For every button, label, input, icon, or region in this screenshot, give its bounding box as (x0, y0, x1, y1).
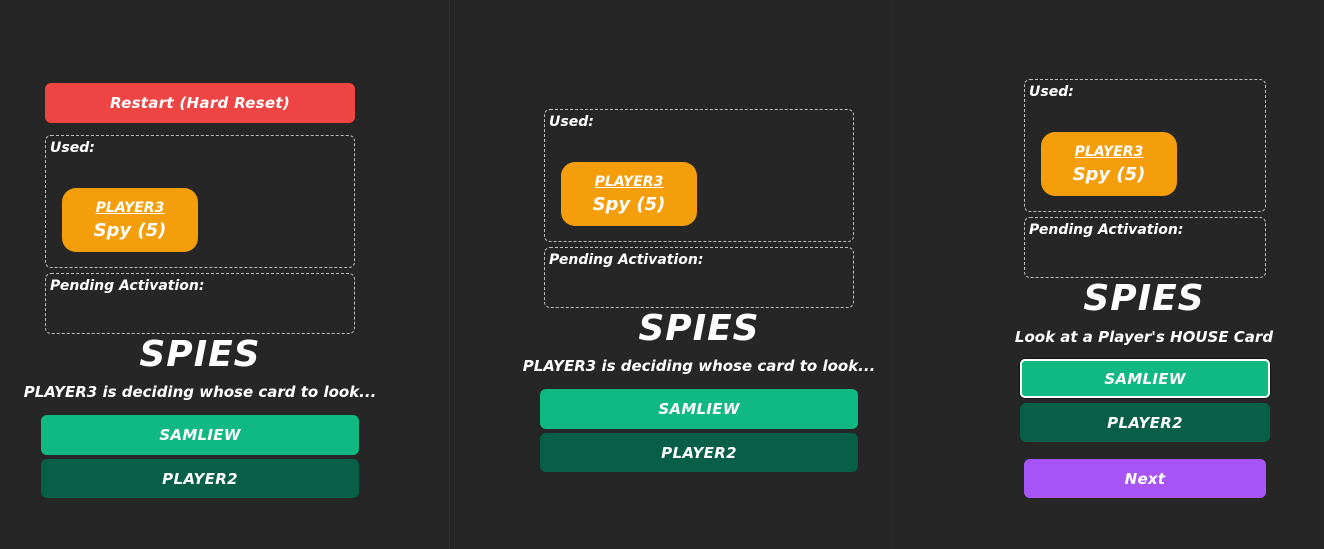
card-player-name: PLAYER3 (1074, 143, 1144, 160)
used-card[interactable]: PLAYER3 Spy (5) (62, 188, 198, 252)
player-button-player2[interactable]: PLAYER2 (1020, 403, 1270, 442)
card-role: Spy (5) (93, 219, 167, 241)
used-card[interactable]: PLAYER3 Spy (5) (1041, 132, 1177, 196)
pending-activation-section: Pending Activation: (45, 273, 355, 334)
used-section: Used: PLAYER3 Spy (5) (544, 109, 854, 242)
pending-activation-section: Pending Activation: (1024, 217, 1266, 278)
card-player-name: PLAYER3 (594, 173, 664, 190)
used-card[interactable]: PLAYER3 Spy (5) (561, 162, 697, 226)
player-button-player2[interactable]: PLAYER2 (540, 433, 858, 472)
player-button-player2[interactable]: PLAYER2 (41, 459, 359, 498)
used-section: Used: PLAYER3 Spy (5) (1024, 79, 1266, 212)
card-role: Spy (5) (1072, 163, 1146, 185)
panel-left: Restart (Hard Reset) Used: PLAYER3 Spy (… (0, 0, 450, 549)
used-label: Used: (549, 114, 594, 130)
player-button-samliew[interactable]: SAMLIEW (41, 415, 359, 455)
used-label: Used: (1029, 84, 1074, 100)
pending-activation-label: Pending Activation: (50, 278, 205, 294)
pending-activation-section: Pending Activation: (544, 247, 854, 308)
player-button-samliew[interactable]: SAMLIEW (1019, 358, 1271, 399)
panel-middle: Used: PLAYER3 Spy (5) Pending Activation… (451, 0, 893, 549)
page-title: SPIES (638, 308, 760, 349)
used-section: Used: PLAYER3 Spy (5) (45, 135, 355, 268)
status-text: PLAYER3 is deciding whose card to look..… (23, 383, 377, 401)
panel-right: Used: PLAYER3 Spy (5) Pending Activation… (894, 0, 1324, 549)
pending-activation-label: Pending Activation: (1029, 222, 1184, 238)
player-button-samliew[interactable]: SAMLIEW (540, 389, 858, 429)
instruction-text: Look at a Player's HOUSE Card (1014, 328, 1274, 346)
card-player-name: PLAYER3 (95, 199, 165, 216)
page-title: SPIES (139, 334, 261, 375)
page-title: SPIES (1083, 278, 1205, 319)
status-text: PLAYER3 is deciding whose card to look..… (522, 357, 876, 375)
pending-activation-label: Pending Activation: (549, 252, 704, 268)
next-button[interactable]: Next (1024, 459, 1266, 498)
card-role: Spy (5) (592, 193, 666, 215)
used-label: Used: (50, 140, 95, 156)
restart-hard-reset-button[interactable]: Restart (Hard Reset) (45, 83, 355, 123)
